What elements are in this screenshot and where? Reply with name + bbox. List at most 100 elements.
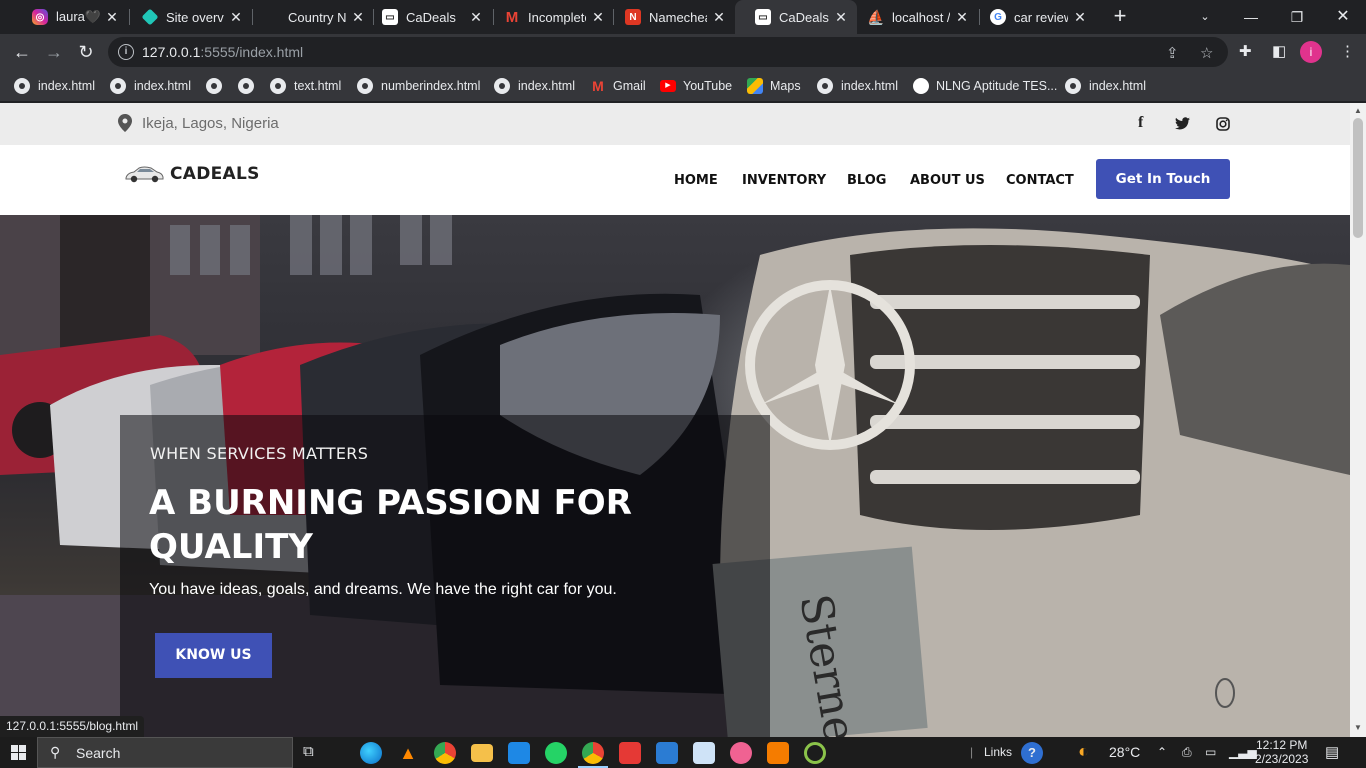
close-tab-icon[interactable]: ✕: [711, 9, 727, 26]
tab-search-chevron-icon[interactable]: ⌄: [1182, 0, 1228, 34]
reload-icon[interactable]: ↻: [72, 38, 100, 66]
chrome-icon[interactable]: [434, 742, 456, 764]
bookmark-item[interactable]: index.html: [1065, 76, 1146, 96]
nav-link-inventory[interactable]: INVENTORY: [742, 173, 826, 188]
bookmark-item[interactable]: index.html: [110, 76, 191, 96]
nav-link-about-us[interactable]: ABOUT US: [910, 173, 985, 188]
bookmark-item[interactable]: M Gmail: [590, 76, 646, 96]
twitter-icon[interactable]: [1175, 117, 1190, 130]
edge-icon[interactable]: [360, 742, 382, 764]
temperature-text[interactable]: 28°C: [1109, 744, 1140, 760]
nav-link-home[interactable]: HOME: [674, 173, 718, 188]
close-tab-icon[interactable]: ✕: [954, 9, 970, 26]
hero-eyebrow: WHEN SERVICES MATTERS: [150, 444, 369, 463]
site-navbar: CADEALS HOME INVENTORY BLOG ABOUT US CON…: [0, 145, 1350, 215]
cadeals-icon: ▭: [382, 9, 398, 25]
close-tab-icon[interactable]: ✕: [468, 9, 484, 26]
weather-icon[interactable]: ◐: [1078, 741, 1089, 762]
close-tab-icon[interactable]: ✕: [104, 9, 120, 26]
page-scrollbar[interactable]: ▲ ▼: [1350, 103, 1366, 737]
browser-tab[interactable]: Country Names ✕: [244, 0, 374, 34]
maps-icon: [747, 78, 763, 94]
restore-button[interactable]: ❐: [1274, 0, 1320, 34]
vscode-icon[interactable]: [508, 742, 530, 764]
bookmark-item[interactable]: ▶ YouTube: [660, 76, 732, 96]
close-tab-icon[interactable]: ✕: [833, 9, 849, 26]
nav-link-blog[interactable]: BLOG: [847, 173, 886, 188]
facebook-icon[interactable]: f: [1138, 114, 1143, 132]
taskbar-search-box[interactable]: ⚲ Search: [37, 737, 293, 768]
browser-tab[interactable]: G car reviews ✕: [970, 0, 1096, 34]
instagram-icon[interactable]: [1216, 117, 1230, 131]
know-us-button[interactable]: KNOW US: [155, 633, 272, 678]
profile-avatar[interactable]: i: [1300, 41, 1322, 63]
bookmark-item[interactable]: Maps: [747, 76, 801, 96]
xampp-icon[interactable]: [767, 742, 789, 764]
back-arrow-icon[interactable]: ←: [8, 38, 36, 66]
close-tab-icon[interactable]: ✕: [590, 9, 606, 26]
site-logo[interactable]: CADEALS: [124, 164, 260, 184]
bookmark-item[interactable]: index.html: [817, 76, 898, 96]
tray-chevron-up-icon[interactable]: ⌃: [1157, 745, 1167, 759]
bookmark-item[interactable]: index.html: [494, 76, 575, 96]
chrome-icon[interactable]: [582, 742, 604, 764]
hero-section: Sterne WHEN SERVICES MATTERS A BURNING P…: [0, 215, 1350, 737]
globe-icon: [238, 78, 254, 94]
notifications-icon[interactable]: ▤: [1325, 743, 1339, 761]
notepad-icon[interactable]: [693, 742, 715, 764]
scrollbar-thumb[interactable]: [1353, 118, 1363, 238]
hero-text-overlay: [120, 415, 770, 737]
forward-arrow-icon[interactable]: →: [40, 38, 68, 66]
device-icon[interactable]: ⎙: [1182, 745, 1192, 760]
link-status-bubble: 127.0.0.1:5555/blog.html: [0, 716, 145, 737]
bookmark-item[interactable]: text.html: [270, 76, 341, 96]
browser-tab-active[interactable]: ▭ CaDeals ✕: [735, 0, 857, 34]
browser-tab[interactable]: ⛵ localhost / 1 ✕: [848, 0, 978, 34]
bookmark-item[interactable]: numberindex.html: [357, 76, 480, 96]
close-window-button[interactable]: ✕: [1320, 0, 1366, 34]
system-clock[interactable]: 12:12 PM 2/23/2023: [1255, 738, 1308, 766]
browser-tab[interactable]: ▭ CaDeals ✕: [362, 0, 492, 34]
anydesk-icon[interactable]: [619, 742, 641, 764]
wifi-signal-icon[interactable]: ▁▃▅: [1229, 745, 1257, 759]
browser-tab[interactable]: Site overview ✕: [122, 0, 252, 34]
globe-icon: [14, 78, 30, 94]
bookmark-item[interactable]: index.html: [14, 76, 95, 96]
extensions-puzzle-icon[interactable]: ✚: [1239, 42, 1252, 60]
network-app-icon[interactable]: [804, 742, 826, 764]
whatsapp-icon[interactable]: [545, 742, 567, 764]
windows-start-icon[interactable]: [11, 745, 26, 760]
file-explorer-icon[interactable]: [471, 744, 493, 762]
nav-link-contact[interactable]: CONTACT: [1006, 173, 1074, 188]
itunes-icon[interactable]: [730, 742, 752, 764]
side-panel-icon[interactable]: ◧: [1272, 42, 1286, 60]
bookmark-star-icon[interactable]: ☆: [1200, 44, 1213, 62]
vlc-icon[interactable]: ▲: [397, 742, 419, 764]
address-bar[interactable]: i 127.0.0.1:5555/index.html ⇪ ☆: [108, 37, 1228, 67]
scroll-down-arrow-icon[interactable]: ▼: [1354, 723, 1362, 732]
links-toolbar-label[interactable]: Links: [984, 745, 1012, 759]
site-info-icon[interactable]: i: [118, 44, 134, 60]
photos-icon[interactable]: [656, 742, 678, 764]
close-tab-icon[interactable]: ✕: [228, 9, 244, 26]
share-icon[interactable]: ⇪: [1166, 44, 1179, 62]
netlify-icon: [141, 8, 159, 26]
browser-tab[interactable]: N Namecheap ✕: [605, 0, 735, 34]
help-icon[interactable]: ?: [1021, 742, 1043, 764]
gmail-icon: M: [592, 78, 604, 94]
browser-tab[interactable]: ◎ laura🖤🦋 ✕: [12, 0, 128, 34]
browser-tab[interactable]: M Incomplete ✕: [484, 0, 614, 34]
url-text: 127.0.0.1:5555/index.html: [142, 44, 304, 60]
bookmark-item[interactable]: NLNG Aptitude TES...: [913, 76, 1057, 96]
task-view-icon[interactable]: ⧉: [303, 743, 314, 760]
minimize-button[interactable]: —: [1228, 0, 1274, 34]
menu-kebab-icon[interactable]: ⋮: [1340, 42, 1355, 60]
close-tab-icon[interactable]: ✕: [1072, 9, 1088, 26]
get-in-touch-button[interactable]: Get In Touch: [1096, 159, 1230, 199]
scroll-up-arrow-icon[interactable]: ▲: [1354, 106, 1362, 115]
bookmark-item[interactable]: [206, 76, 230, 96]
blank-icon: [264, 9, 280, 25]
battery-icon[interactable]: ▭: [1205, 745, 1216, 759]
new-tab-button[interactable]: +: [1108, 4, 1132, 28]
bookmark-item[interactable]: [238, 76, 262, 96]
